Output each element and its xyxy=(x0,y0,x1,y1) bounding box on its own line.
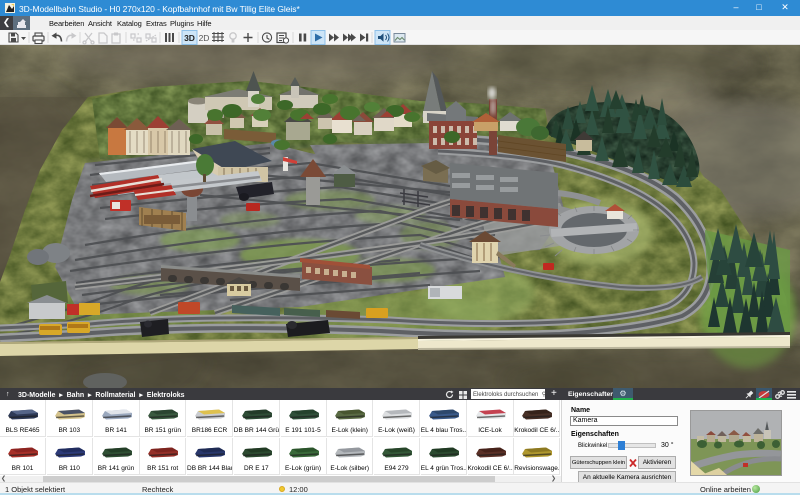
svg-text:3D: 3D xyxy=(184,33,195,43)
svg-text:2D: 2D xyxy=(199,33,210,43)
